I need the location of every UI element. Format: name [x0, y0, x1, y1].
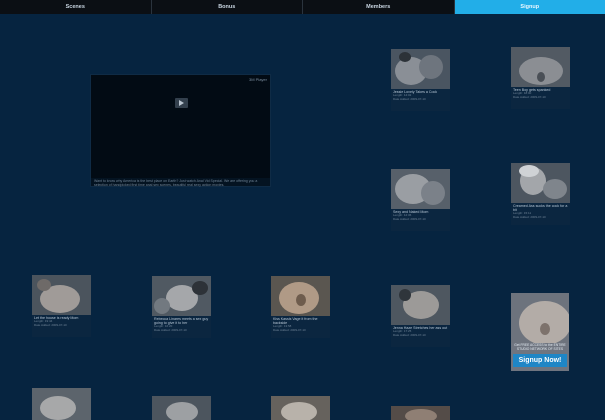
tab-bonus[interactable]: Bonus — [152, 0, 303, 14]
signup-now-button[interactable]: Signup Now! — [513, 354, 567, 367]
scene-thumbnail[interactable] — [152, 396, 211, 420]
scene-thumbnail[interactable] — [152, 276, 211, 316]
scene-date: Date Added: 2009-07-10 — [273, 327, 306, 332]
scene-thumbnail[interactable] — [271, 396, 330, 420]
scene-thumbnail[interactable] — [391, 406, 450, 420]
scene-thumbnail[interactable] — [391, 285, 450, 325]
tab-scenes[interactable]: Scenes — [0, 0, 152, 14]
thumbnail-image — [152, 396, 211, 420]
scene-date: Date Added: 2009-07-10 — [393, 96, 426, 101]
banner-image — [511, 293, 569, 343]
thumbnail-image — [271, 396, 330, 420]
thumbnail-image — [152, 276, 211, 316]
scene-card[interactable]: Jenna Haze Stretches her ass out Length:… — [391, 285, 450, 347]
scene-date: Date Added: 2009-07-10 — [393, 332, 426, 337]
tab-signup[interactable]: Signup — [454, 0, 605, 14]
signup-banner[interactable]: Get FREE ACCESS to the ENTIRE STUDIO NET… — [511, 293, 569, 371]
play-icon — [179, 100, 184, 106]
banner-tagline: Get FREE ACCESS to the ENTIRE STUDIO NET… — [514, 343, 566, 351]
scene-card[interactable]: Rebecca Linares meets a sex guy going to… — [152, 276, 211, 338]
play-button[interactable] — [175, 98, 188, 108]
scene-thumbnail[interactable] — [32, 275, 91, 315]
scene-card[interactable]: Teen Boy gets spanked Length: 18:00 Date… — [511, 47, 570, 109]
scene-date: Date Added: 2009-07-10 — [34, 322, 67, 327]
scene-card[interactable]: Let the house is ready Mom Length: 19:44… — [32, 275, 91, 337]
thumbnail-image — [391, 406, 450, 420]
scene-thumbnail[interactable] — [511, 163, 570, 203]
scene-date: Date Added: 2009-07-10 — [154, 327, 187, 332]
video-screen[interactable] — [91, 75, 270, 178]
scene-card[interactable]: Sexy and Naked Mom Length: 12:36 Date Ad… — [391, 169, 450, 231]
scene-date: Date Added: 2009-07-10 — [393, 216, 426, 221]
video-player[interactable]: 3M Player Want to know why America is th… — [90, 74, 271, 187]
top-nav: Scenes Bonus Members Signup — [0, 0, 605, 14]
player-label: 3M Player — [248, 77, 267, 82]
thumbnail-image — [391, 49, 450, 89]
scene-card[interactable]: Kiss Kassis Vage it from the backside Le… — [271, 276, 330, 338]
thumbnail-image — [32, 388, 91, 420]
scene-thumbnail[interactable] — [391, 169, 450, 209]
scene-date: Date Added: 2009-07-10 — [513, 214, 546, 219]
scene-date: Date Added: 2009-07-10 — [513, 94, 546, 99]
scene-thumbnail[interactable] — [391, 49, 450, 89]
scene-thumbnail[interactable] — [511, 47, 570, 87]
scene-card[interactable]: Creamed Ass sucks the cock for a bit Len… — [511, 163, 570, 225]
thumbnail-image — [391, 169, 450, 209]
scene-thumbnail[interactable] — [271, 276, 330, 316]
tab-members[interactable]: Members — [303, 0, 455, 14]
scene-card[interactable]: Jessie Lovely Takes a Cock Length: 14:02… — [391, 49, 450, 111]
thumbnail-image — [511, 163, 570, 203]
thumbnail-image — [391, 285, 450, 325]
scene-thumbnail[interactable] — [32, 388, 91, 420]
player-description: Want to know why America is the best pla… — [94, 179, 258, 187]
thumbnail-image — [32, 275, 91, 315]
thumbnail-image — [271, 276, 330, 316]
thumbnail-image — [511, 47, 570, 87]
